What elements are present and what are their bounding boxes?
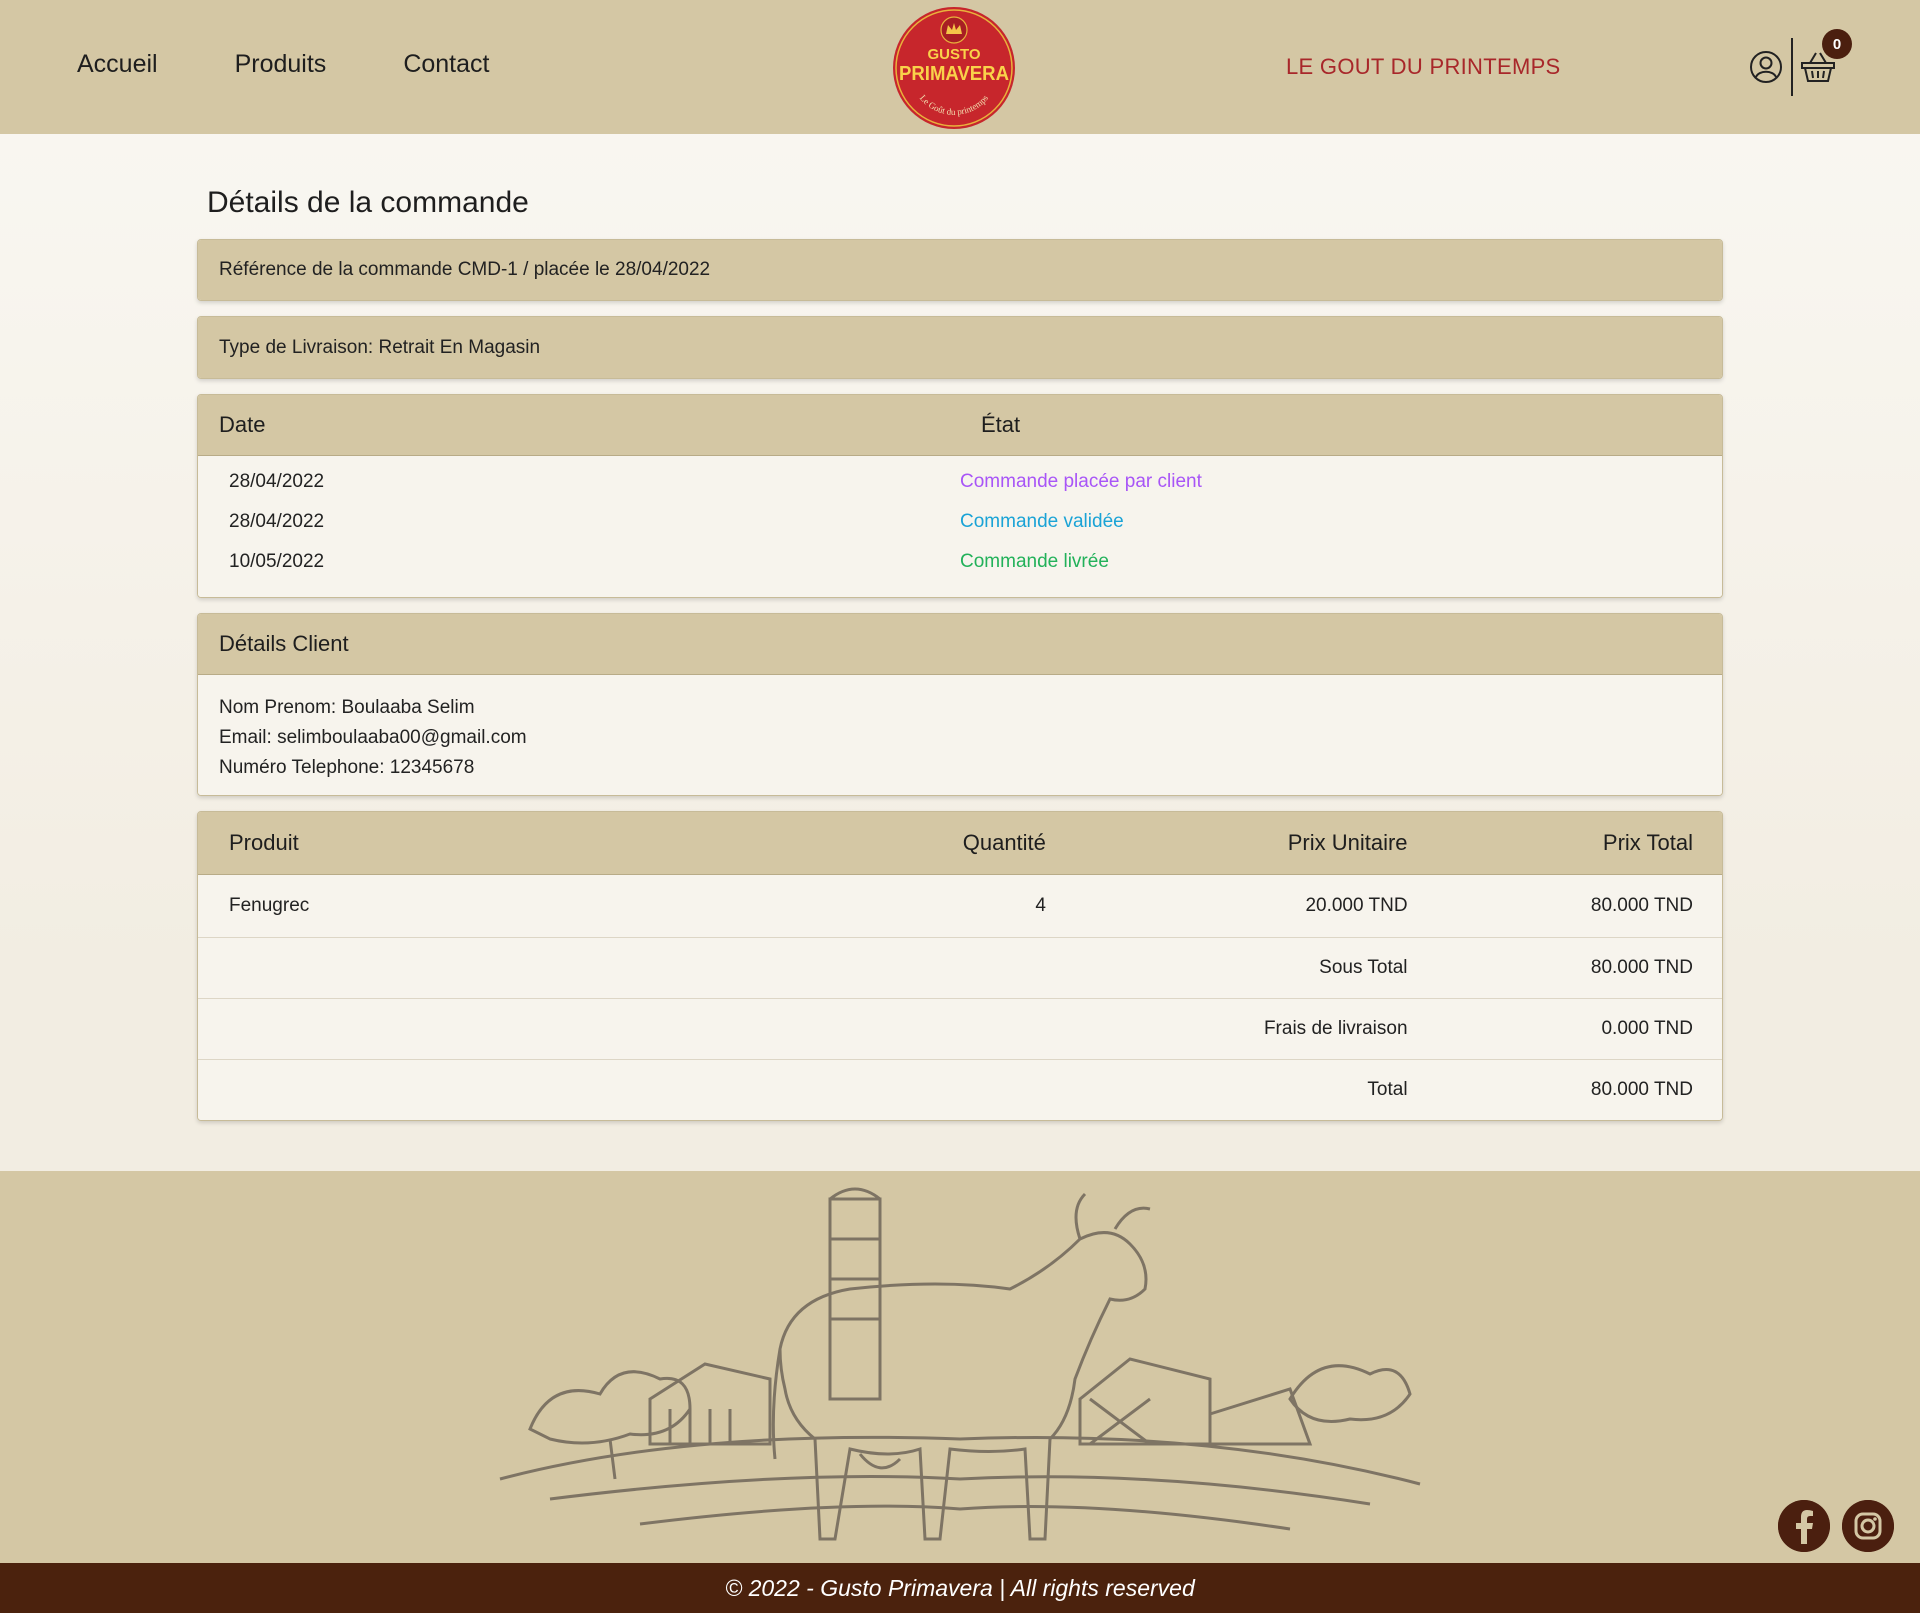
product-name: Fenugrec [229, 895, 310, 916]
history-header: Date État [198, 395, 1722, 455]
copyright-bar: © 2022 - Gusto Primavera | All rights re… [0, 1563, 1920, 1613]
products-card: Produit Quantité Prix Unitaire Prix Tota… [197, 811, 1723, 1121]
history-state-header: État [981, 412, 1021, 437]
delivery-fee-label: Frais de livraison [1263, 1018, 1408, 1039]
order-reference: Référence de la commande CMD-1 / placée … [198, 240, 1722, 300]
product-unit-price: 20.000 TND [1305, 895, 1408, 916]
client-details-title: Détails Client [198, 614, 1722, 674]
history-row: 28/04/2022 Commande validée [198, 502, 1722, 542]
history-date: 28/04/2022 [229, 471, 325, 492]
total-value: 80.000 TND [1590, 1079, 1693, 1100]
nav-accueil[interactable]: Accueil [77, 50, 158, 79]
quantity-col-header: Quantité [962, 830, 1046, 855]
subtotal-label: Sous Total [1319, 957, 1408, 978]
product-total-price: 80.000 TND [1590, 895, 1693, 916]
product-quantity: 4 [1035, 895, 1046, 916]
subtotal-row: Sous Total 80.000 TND [198, 937, 1722, 998]
gusto-primavera-logo[interactable]: GUSTO PRIMAVERA Le Goût du printemps [892, 6, 1016, 130]
delivery-fee-row: Frais de livraison 0.000 TND [198, 998, 1722, 1059]
products-header: Produit Quantité Prix Unitaire Prix Tota… [198, 812, 1722, 874]
client-details-body: Nom Prenom: Boulaaba Selim Email: selimb… [198, 674, 1722, 795]
total-label: Total [1367, 1079, 1408, 1100]
history-state: Commande placée par client [960, 471, 1202, 492]
nav-contact[interactable]: Contact [403, 50, 489, 79]
client-name: Nom Prenom: Boulaaba Selim [219, 697, 475, 718]
client-details-card: Détails Client Nom Prenom: Boulaaba Seli… [197, 613, 1723, 796]
total-price-col-header: Prix Total [1602, 830, 1693, 855]
history-row: 10/05/2022 Commande livrée [198, 542, 1722, 582]
header-divider [1791, 38, 1793, 96]
total-row: Total 80.000 TND [198, 1059, 1722, 1120]
svg-text:PRIMAVERA: PRIMAVERA [899, 63, 1009, 85]
footer-illustration-area [0, 1171, 1920, 1563]
products-table-body: Fenugrec 4 20.000 TND 80.000 TND Sous To… [198, 874, 1722, 1120]
page-title: Détails de la commande [207, 186, 529, 219]
delivery-type: Type de Livraison: Retrait En Magasin [198, 317, 1722, 378]
copyright-text: © 2022 - Gusto Primavera | All rights re… [725, 1574, 1195, 1601]
client-email: Email: selimboulaaba00@gmail.com [219, 727, 527, 748]
instagram-icon[interactable] [1842, 1500, 1894, 1552]
nav-produits[interactable]: Produits [235, 50, 327, 79]
facebook-icon[interactable] [1778, 1500, 1830, 1552]
history-state: Commande livrée [960, 551, 1109, 572]
delivery-type-card: Type de Livraison: Retrait En Magasin [197, 316, 1723, 379]
order-reference-card: Référence de la commande CMD-1 / placée … [197, 239, 1723, 301]
svg-text:GUSTO: GUSTO [927, 46, 980, 63]
site-header: Accueil Produits Contact GUSTO PRIMAVERA… [0, 0, 1920, 134]
product-col-header: Produit [229, 830, 299, 855]
history-date: 28/04/2022 [229, 511, 325, 532]
client-phone: Numéro Telephone: 12345678 [219, 757, 475, 778]
unit-price-col-header: Prix Unitaire [1287, 830, 1408, 855]
brand-tagline: LE GOUT DU PRINTEMPS [1286, 54, 1561, 79]
main-nav: Accueil Produits Contact [77, 50, 489, 79]
history-row: 28/04/2022 Commande placée par client [198, 462, 1722, 502]
subtotal-value: 80.000 TND [1590, 957, 1693, 978]
history-state: Commande validée [960, 511, 1124, 532]
history-list: 28/04/2022 Commande placée par client 28… [198, 455, 1722, 597]
user-circle-icon[interactable] [1749, 50, 1783, 84]
cart-count-badge: 0 [1822, 29, 1852, 59]
table-row: Fenugrec 4 20.000 TND 80.000 TND [198, 875, 1722, 937]
delivery-fee-value: 0.000 TND [1601, 1018, 1693, 1039]
history-date-header: Date [219, 412, 266, 437]
history-date: 10/05/2022 [229, 551, 325, 572]
farm-cow-illustration [499, 1187, 1421, 1541]
order-history-card: Date État 28/04/2022 Commande placée par… [197, 394, 1723, 598]
